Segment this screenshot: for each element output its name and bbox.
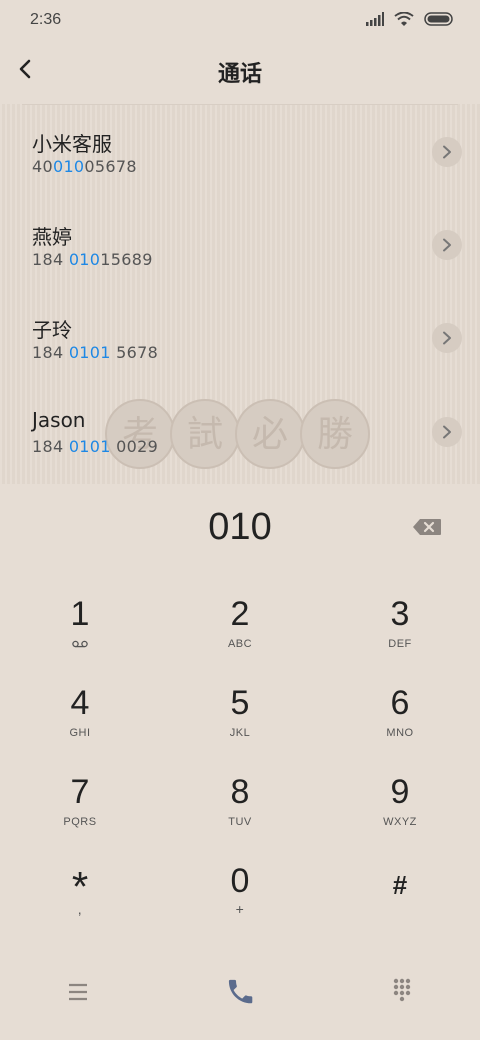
key-letters: , [77, 901, 83, 917]
battery-icon [424, 12, 453, 26]
key-digit: # [392, 870, 408, 900]
header: 通话 [0, 40, 480, 104]
key-2[interactable]: 2 ABC [160, 580, 320, 668]
bottom-bar [0, 950, 480, 1040]
contact-detail-button[interactable] [432, 137, 462, 167]
match-highlight: 0101 [68, 343, 111, 362]
key-letters: DEF [388, 638, 412, 650]
contact-name: 子玲 [32, 318, 72, 342]
key-hash[interactable]: # [320, 847, 480, 935]
key-4[interactable]: 4 GHI [0, 669, 160, 757]
match-highlight: 0101 [68, 437, 111, 456]
menu-icon[interactable] [53, 972, 103, 1012]
status-time: 2:36 [30, 11, 62, 28]
key-6[interactable]: 6 MNO [320, 669, 480, 757]
key-digit: 4 [70, 684, 90, 722]
contact-item[interactable]: 子玲 184 0101 5678 [0, 290, 480, 383]
status-bar: 2:36 [0, 0, 480, 40]
key-digit: 9 [390, 773, 410, 811]
contact-number: 184 01015689 [32, 250, 153, 269]
chevron-right-icon [443, 145, 451, 159]
key-letters: GHI [69, 727, 91, 739]
dialed-number[interactable]: 010 [0, 506, 480, 549]
contact-item[interactable]: 小米客服 4001005678 [0, 104, 480, 197]
contact-number: 184 0101 0029 [32, 437, 159, 456]
key-digit: 3 [390, 595, 410, 633]
key-letters: ABC [227, 638, 253, 650]
dial-input-row: 010 [0, 484, 480, 574]
match-highlight: 010 [52, 157, 85, 176]
contact-number: 4001005678 [32, 157, 137, 176]
key-letters: JKL [229, 727, 251, 739]
key-digit: 8 [230, 773, 250, 811]
key-letters: MNO [386, 727, 414, 739]
chevron-right-icon [443, 238, 451, 252]
key-letters: TUV [228, 816, 252, 828]
contact-item[interactable]: Jason 184 0101 0029 [0, 384, 480, 477]
key-3[interactable]: 3 DEF [320, 580, 480, 668]
backspace-icon[interactable] [412, 518, 442, 536]
contact-detail-button[interactable] [432, 323, 462, 353]
contact-name: 燕婷 [32, 225, 72, 249]
status-icons [366, 12, 454, 26]
key-letters: + [235, 901, 245, 917]
contact-item[interactable]: 燕婷 184 01015689 [0, 197, 480, 290]
signal-icon [366, 12, 384, 26]
key-7[interactable]: 7 PQRS [0, 758, 160, 846]
key-5[interactable]: 5 JKL [160, 669, 320, 757]
chevron-right-icon [443, 425, 451, 439]
chevron-right-icon [443, 331, 451, 345]
contact-detail-button[interactable] [432, 417, 462, 447]
key-letters: PQRS [63, 816, 97, 828]
dialpad-icon[interactable] [377, 972, 427, 1012]
key-digit: 6 [390, 684, 410, 722]
voicemail-icon [72, 640, 88, 648]
key-digit: 0 [230, 862, 250, 900]
contact-detail-button[interactable] [432, 230, 462, 260]
key-digit: 2 [230, 595, 250, 633]
key-letters: WXYZ [383, 816, 417, 828]
contact-name: 小米客服 [32, 132, 112, 156]
phone-icon[interactable] [215, 972, 265, 1012]
match-highlight: 010 [68, 250, 101, 269]
key-8[interactable]: 8 TUV [160, 758, 320, 846]
key-9[interactable]: 9 WXYZ [320, 758, 480, 846]
contact-number: 184 0101 5678 [32, 343, 159, 362]
key-digit: 7 [70, 773, 90, 811]
key-0[interactable]: 0 + [160, 847, 320, 935]
wifi-icon [394, 12, 414, 26]
search-results: 考 試 必 勝 小米客服 4001005678 燕婷 184 01015689 … [0, 104, 480, 484]
contact-name: Jason [32, 408, 86, 432]
key-star[interactable]: * , [0, 847, 160, 935]
key-digit: 1 [70, 595, 90, 633]
page-title: 通话 [217, 62, 262, 87]
key-1[interactable]: 1 [0, 580, 160, 668]
key-digit: 5 [230, 684, 250, 722]
